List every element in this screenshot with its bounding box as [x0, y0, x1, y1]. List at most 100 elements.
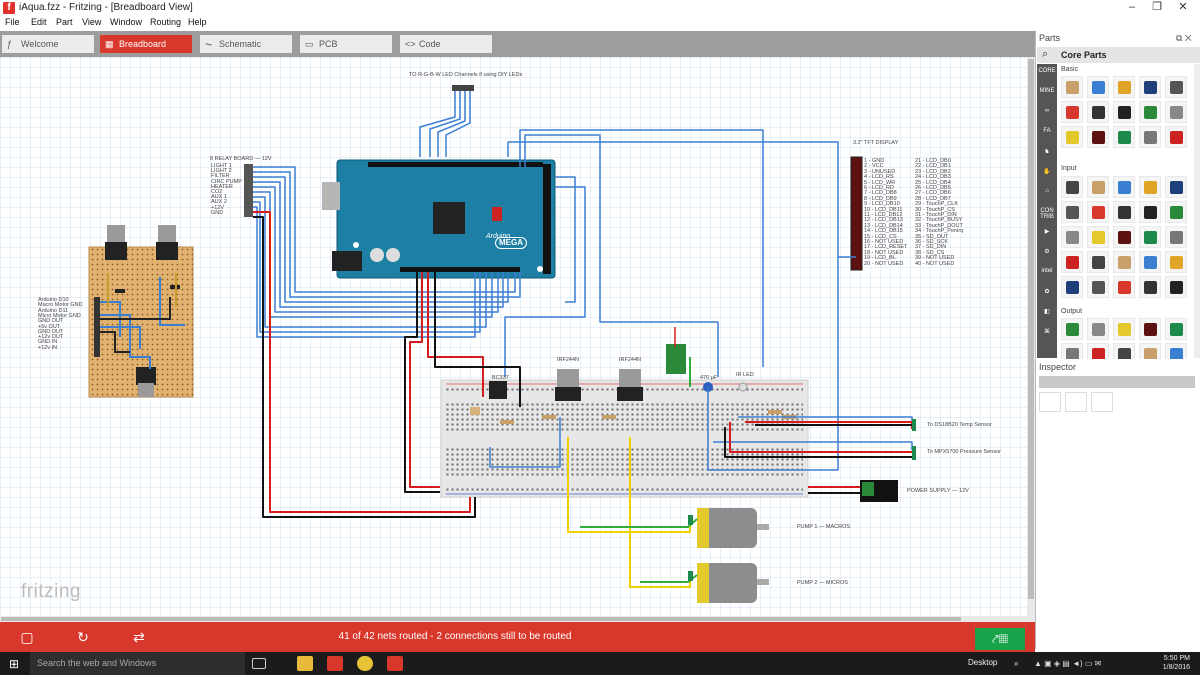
- part-item[interactable]: [1139, 226, 1161, 248]
- menu-window[interactable]: Window: [110, 17, 142, 27]
- parts-bin-tab[interactable]: MINE: [1038, 88, 1056, 94]
- menu-view[interactable]: View: [82, 17, 101, 27]
- fritzing-taskbar-icon[interactable]: [387, 656, 403, 671]
- part-item[interactable]: [1139, 276, 1161, 298]
- taskbar-search[interactable]: Search the web and Windows: [30, 652, 245, 675]
- part-item[interactable]: [1087, 318, 1109, 340]
- tray-icons[interactable]: ▲ ▣ ◈ ▤ ◄) ▭ ✉: [1034, 659, 1101, 668]
- desktop-toolbar-label[interactable]: Desktop: [968, 658, 997, 667]
- part-item[interactable]: [1087, 201, 1109, 223]
- parts-bin-tab[interactable]: ◧: [1038, 308, 1056, 315]
- parts-scrollbar[interactable]: [1194, 64, 1200, 358]
- relay-header[interactable]: [244, 164, 253, 217]
- parts-bin-tab[interactable]: ∞: [1038, 108, 1056, 114]
- canvas-vertical-scrollbar[interactable]: [1027, 57, 1035, 622]
- part-item[interactable]: [1061, 101, 1083, 123]
- part-item[interactable]: [1113, 126, 1135, 148]
- part-item[interactable]: [1139, 318, 1161, 340]
- chrome-icon[interactable]: [357, 656, 373, 671]
- rgbw-header[interactable]: [452, 85, 474, 91]
- part-item[interactable]: [1087, 276, 1109, 298]
- part-item[interactable]: [1165, 101, 1187, 123]
- menu-part[interactable]: Part: [56, 17, 73, 27]
- part-item[interactable]: [1113, 251, 1135, 273]
- menu-help[interactable]: Help: [188, 17, 207, 27]
- tab-code[interactable]: <> Code: [400, 35, 492, 53]
- vertical-scroll-thumb[interactable]: [1028, 59, 1034, 599]
- part-item[interactable]: [1061, 251, 1083, 273]
- tft-header[interactable]: [850, 156, 863, 271]
- fritzing-app-icon: f: [3, 2, 15, 14]
- part-item[interactable]: [1113, 276, 1135, 298]
- download-app-icon[interactable]: [327, 656, 343, 671]
- parts-bin-tab[interactable]: ⌘: [1038, 328, 1056, 335]
- parts-bin-tab[interactable]: FA: [1038, 128, 1056, 134]
- part-item[interactable]: [1087, 101, 1109, 123]
- part-item[interactable]: [1113, 201, 1135, 223]
- part-item[interactable]: [1165, 76, 1187, 98]
- part-item[interactable]: [1061, 226, 1083, 248]
- parts-bin-tab[interactable]: ⌂: [1038, 188, 1056, 194]
- horizontal-scroll-thumb[interactable]: [1, 617, 961, 621]
- windows-start-icon[interactable]: ⊞: [9, 657, 19, 671]
- part-item[interactable]: [1139, 126, 1161, 148]
- part-item[interactable]: [1139, 201, 1161, 223]
- part-item[interactable]: [1087, 76, 1109, 98]
- part-item[interactable]: [1061, 126, 1083, 148]
- part-item[interactable]: [1165, 126, 1187, 148]
- tab-pcb[interactable]: ▭ PCB: [300, 35, 392, 53]
- part-item[interactable]: [1061, 176, 1083, 198]
- part-item[interactable]: [1165, 251, 1187, 273]
- rgbw-label: TO R-G-B-W LED Channels if using DIY LED…: [409, 72, 523, 78]
- part-item[interactable]: [1165, 276, 1187, 298]
- parts-bin-tab[interactable]: ✋: [1038, 168, 1056, 175]
- part-item[interactable]: [1087, 226, 1109, 248]
- part-item[interactable]: [1113, 101, 1135, 123]
- part-item[interactable]: [1087, 251, 1109, 273]
- part-item[interactable]: [1165, 318, 1187, 340]
- arduino-mega-board[interactable]: [322, 159, 556, 279]
- task-view-icon[interactable]: [252, 658, 266, 669]
- tab-schematic[interactable]: ⏦ Schematic: [200, 35, 292, 53]
- part-item[interactable]: [1061, 318, 1083, 340]
- perfboard[interactable]: [88, 225, 194, 398]
- breadboard-canvas[interactable]: TO R-G-B-W LED Channels if using DIY LED…: [0, 57, 1035, 622]
- parts-bin-tab[interactable]: CON TRIB: [1038, 208, 1056, 220]
- tab-breadboard[interactable]: ▦ Breadboard: [100, 35, 192, 53]
- parts-bin-tab[interactable]: intel: [1038, 268, 1056, 274]
- part-item[interactable]: [1061, 276, 1083, 298]
- file-explorer-icon[interactable]: [297, 656, 313, 671]
- part-item[interactable]: [1113, 226, 1135, 248]
- part-item[interactable]: [1139, 176, 1161, 198]
- close-icon[interactable]: ✕: [1166, 0, 1200, 16]
- search-icon[interactable]: ⌕: [1042, 48, 1048, 61]
- pump-motors[interactable]: [697, 508, 769, 603]
- parts-search-bar[interactable]: ⌕ Core Parts: [1037, 47, 1200, 63]
- panel-controls-icon[interactable]: ⧉ ✕: [1176, 33, 1192, 44]
- part-item[interactable]: [1139, 101, 1161, 123]
- part-item[interactable]: [1139, 251, 1161, 273]
- part-item[interactable]: [1165, 226, 1187, 248]
- parts-bin-tab[interactable]: ✿: [1038, 288, 1056, 295]
- menu-file[interactable]: File: [5, 17, 20, 27]
- part-item[interactable]: [1139, 76, 1161, 98]
- parts-bin-tab[interactable]: CORE: [1038, 68, 1056, 74]
- parts-bin-tab[interactable]: ⚙: [1038, 248, 1056, 255]
- tab-welcome[interactable]: ƒ Welcome: [2, 35, 94, 53]
- chevron-icon[interactable]: »: [1014, 659, 1018, 668]
- menu-routing[interactable]: Routing: [150, 17, 181, 27]
- part-item[interactable]: [1087, 126, 1109, 148]
- part-item[interactable]: [1113, 318, 1135, 340]
- part-item[interactable]: [1061, 201, 1083, 223]
- part-item[interactable]: [1165, 176, 1187, 198]
- part-item[interactable]: [1061, 76, 1083, 98]
- parts-bin-tab[interactable]: ▶: [1038, 228, 1056, 235]
- part-item[interactable]: [1087, 176, 1109, 198]
- menu-edit[interactable]: Edit: [31, 17, 47, 27]
- autoroute-button[interactable]: ⤤▦: [975, 628, 1025, 650]
- part-item[interactable]: [1113, 176, 1135, 198]
- parts-bin-tab[interactable]: ♞: [1038, 148, 1056, 155]
- taskbar-clock[interactable]: 5:50 PM 1/8/2016: [1150, 654, 1190, 672]
- part-item[interactable]: [1113, 76, 1135, 98]
- part-item[interactable]: [1165, 201, 1187, 223]
